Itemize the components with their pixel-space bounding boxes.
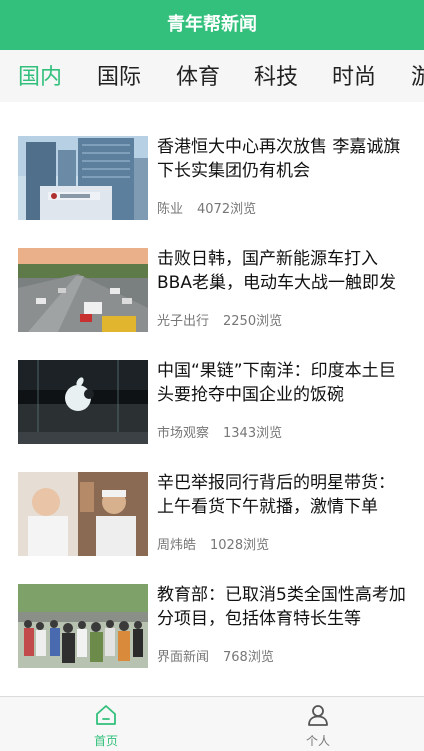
- livestream-photo: [18, 472, 148, 556]
- tab-games[interactable]: 游: [411, 50, 424, 102]
- person-icon: [308, 705, 328, 726]
- tabbar-home-label: 首页: [93, 734, 118, 748]
- tab-sports[interactable]: 体育: [176, 50, 220, 102]
- tab-fashion[interactable]: 时尚: [332, 50, 376, 102]
- news-title: 击败日韩，国产新能源车打入BBA老巢，电动车大战一触即发: [157, 249, 396, 293]
- news-views: 1028浏览: [210, 538, 270, 553]
- home-icon: [96, 705, 116, 725]
- news-thumbnail: [18, 360, 148, 444]
- category-tabs: 国内 国际 体育 科技 时尚 游: [0, 50, 424, 102]
- news-author: 市场观察: [157, 426, 210, 441]
- news-thumbnail: [18, 472, 148, 556]
- news-title: 辛巴举报同行背后的明星带货：上午看货下午就播，激情下单: [157, 473, 395, 517]
- tabbar-home[interactable]: 首页: [66, 697, 146, 751]
- tab-technology[interactable]: 科技: [254, 50, 298, 102]
- news-views: 768浏览: [223, 650, 274, 665]
- apple-store-photo: [18, 360, 148, 444]
- news-meta: 市场观察 1343浏览: [157, 422, 282, 441]
- news-meta: 陈业 4072浏览: [157, 198, 256, 217]
- news-author: 周炜皓: [157, 538, 197, 553]
- news-views: 4072浏览: [197, 202, 257, 217]
- news-meta: 界面新闻 768浏览: [157, 646, 274, 665]
- news-meta: 光子出行 2250浏览: [157, 310, 282, 329]
- tab-international[interactable]: 国际: [97, 50, 141, 102]
- crowd-photo: [18, 584, 148, 668]
- news-thumbnail: [18, 248, 148, 332]
- news-meta: 周炜皓 1028浏览: [157, 534, 269, 553]
- news-item[interactable]: 击败日韩，国产新能源车打入BBA老巢，电动车大战一触即发 光子出行 2250浏览: [18, 248, 410, 334]
- news-item[interactable]: 中国“果链”下南洋：印度本土巨头要抢夺中国企业的饭碗 市场观察 1343浏览: [18, 360, 410, 446]
- news-item[interactable]: 教育部：已取消5类全国性高考加分项目，包括体育特长生等 界面新闻 768浏览: [18, 584, 410, 670]
- news-author: 光子出行: [157, 314, 210, 329]
- news-views: 2250浏览: [223, 314, 283, 329]
- news-author: 陈业: [157, 202, 184, 217]
- news-item[interactable]: 辛巴举报同行背后的明星带货：上午看货下午就播，激情下单 周炜皓 1028浏览: [18, 472, 410, 558]
- news-thumbnail: [18, 584, 148, 668]
- highway-photo: [18, 248, 148, 332]
- tabbar-me[interactable]: 个人: [278, 697, 358, 751]
- news-list: 香港恒大中心再次放售 李嘉诚旗下长实集团仍有机会 陈业 4072浏览 击败日韩，…: [0, 102, 424, 696]
- news-title: 香港恒大中心再次放售 李嘉诚旗下长实集团仍有机会: [157, 137, 401, 181]
- news-item[interactable]: 香港恒大中心再次放售 李嘉诚旗下长实集团仍有机会 陈业 4072浏览: [18, 136, 410, 222]
- news-title: 中国“果链”下南洋：印度本土巨头要抢夺中国企业的饭碗: [157, 361, 396, 405]
- news-title: 教育部：已取消5类全国性高考加分项目，包括体育特长生等: [157, 585, 406, 629]
- bottom-tab-bar: 首页 个人: [0, 696, 424, 751]
- app-title: 青年帮新闻: [167, 14, 257, 35]
- app-header: 青年帮新闻: [0, 0, 424, 50]
- news-views: 1343浏览: [223, 426, 283, 441]
- news-author: 界面新闻: [157, 650, 210, 665]
- tab-domestic[interactable]: 国内: [18, 50, 62, 102]
- building-photo: [18, 136, 148, 220]
- tabbar-me-label: 个人: [305, 734, 330, 748]
- news-thumbnail: [18, 136, 148, 220]
